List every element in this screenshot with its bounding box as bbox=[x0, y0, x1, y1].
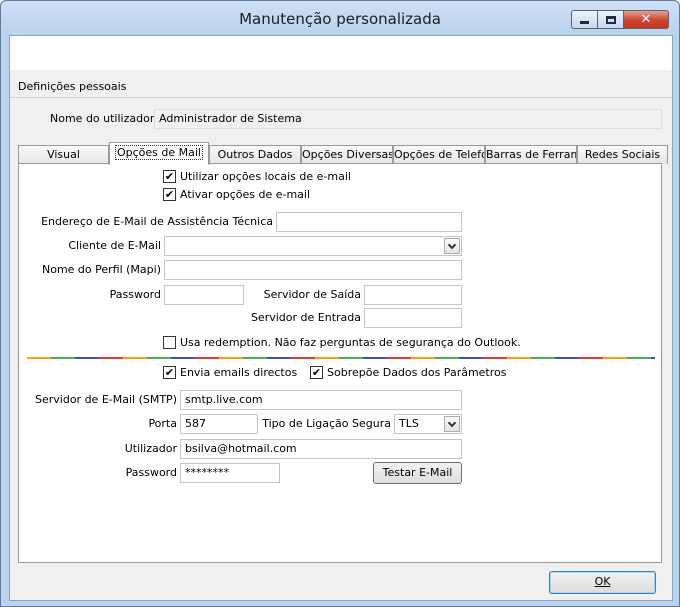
separator-segment bbox=[219, 357, 243, 359]
port-input[interactable]: 587 bbox=[180, 414, 258, 434]
ok-label: OK bbox=[594, 575, 611, 588]
secure-connection-label: Tipo de Ligação Segura bbox=[262, 417, 391, 430]
tab-toolbars[interactable]: Barras de Ferram bbox=[485, 145, 577, 164]
separator-segment bbox=[435, 357, 459, 359]
title-bar[interactable]: Manutenção personalizada ✕ bbox=[1, 1, 679, 35]
tab-misc-options[interactable]: Opções Diversas bbox=[301, 145, 393, 164]
separator-segment bbox=[99, 357, 123, 359]
separator-segment bbox=[75, 357, 99, 359]
minimize-icon bbox=[580, 21, 589, 24]
maximize-button[interactable] bbox=[598, 10, 624, 29]
in-server-input[interactable] bbox=[364, 308, 462, 328]
smtp-password-label: Password bbox=[125, 466, 177, 479]
tab-visual[interactable]: Visual bbox=[18, 145, 109, 164]
section-divider bbox=[10, 97, 672, 98]
smtp-server-label: Servidor de E-Mail (SMTP) bbox=[35, 393, 177, 406]
separator-segment bbox=[507, 357, 531, 359]
mail-password-input[interactable] bbox=[164, 285, 244, 305]
separator-segment bbox=[483, 357, 507, 359]
separator-segment bbox=[627, 357, 651, 359]
chevron-down-icon[interactable] bbox=[444, 416, 460, 432]
maximize-icon bbox=[605, 15, 616, 24]
separator-segment bbox=[555, 357, 579, 359]
separator-segment bbox=[51, 357, 75, 359]
use-local-options-label: Utilizar opções locais de e-mail bbox=[180, 170, 351, 183]
app-window: Manutenção personalizada ✕ Definições pe… bbox=[0, 0, 680, 607]
smtp-password-input[interactable]: ******** bbox=[180, 463, 280, 483]
tab-phone-options[interactable]: Opções de Telefo bbox=[393, 145, 485, 164]
separator-segment bbox=[243, 357, 267, 359]
redemption-checkbox[interactable] bbox=[163, 336, 176, 349]
header-band bbox=[10, 36, 672, 70]
tab-strip: Visual Opções de Mail Outros Dados Opçõe… bbox=[18, 142, 668, 165]
tab-social-networks[interactable]: Redes Sociais bbox=[577, 145, 668, 164]
separator-segment bbox=[363, 357, 387, 359]
out-server-label: Servidor de Saída bbox=[263, 288, 361, 301]
ok-button[interactable]: OK bbox=[549, 571, 656, 594]
smtp-user-label: Utilizador bbox=[124, 442, 177, 455]
mail-options-panel: ✔ Utilizar opções locais de e-mail ✔ Ati… bbox=[18, 163, 662, 563]
section-separator bbox=[27, 357, 655, 359]
separator-segment bbox=[147, 357, 171, 359]
separator-segment bbox=[411, 357, 435, 359]
profile-name-label: Nome do Perfil (Mapi) bbox=[41, 263, 161, 276]
user-name-label: Nome do utilizador bbox=[50, 112, 155, 125]
tab-other-data[interactable]: Outros Dados bbox=[209, 145, 301, 164]
close-icon: ✕ bbox=[640, 12, 652, 27]
separator-segment bbox=[339, 357, 363, 359]
separator-segment bbox=[531, 357, 555, 359]
in-server-label: Servidor de Entrada bbox=[250, 311, 361, 324]
direct-emails-checkbox[interactable]: ✔ bbox=[163, 366, 176, 379]
separator-segment bbox=[123, 357, 147, 359]
separator-segment bbox=[603, 357, 627, 359]
email-client-label: Cliente de E-Mail bbox=[68, 239, 161, 252]
activate-email-label: Ativar opções de e-mail bbox=[180, 188, 311, 201]
email-client-select[interactable] bbox=[164, 236, 462, 256]
separator-segment bbox=[291, 357, 315, 359]
use-local-options-checkbox[interactable]: ✔ bbox=[163, 170, 176, 183]
smtp-server-input[interactable]: smtp.live.com bbox=[180, 390, 462, 410]
separator-segment bbox=[651, 357, 655, 359]
separator-segment bbox=[195, 357, 219, 359]
chevron-down-icon[interactable] bbox=[444, 238, 460, 254]
test-email-button[interactable]: Testar E-Mail bbox=[373, 462, 462, 484]
tab-mail-options[interactable]: Opções de Mail bbox=[109, 142, 209, 165]
secure-connection-value: TLS bbox=[399, 417, 419, 430]
separator-segment bbox=[27, 357, 51, 359]
support-email-input[interactable] bbox=[276, 212, 462, 232]
redemption-label: Usa redemption. Não faz perguntas de seg… bbox=[180, 336, 521, 349]
minimize-button[interactable] bbox=[571, 10, 598, 29]
dialog-body: Definições pessoais Nome do utilizador A… bbox=[9, 35, 673, 601]
smtp-user-input[interactable]: bsilva@hotmail.com bbox=[180, 439, 462, 459]
activate-email-checkbox[interactable]: ✔ bbox=[163, 188, 176, 201]
direct-emails-label: Envia emails directos bbox=[180, 366, 298, 379]
override-params-label: Sobrepõe Dados dos Parâmetros bbox=[327, 366, 507, 379]
separator-segment bbox=[579, 357, 603, 359]
out-server-input[interactable] bbox=[364, 285, 462, 305]
port-label: Porta bbox=[148, 417, 177, 430]
secure-connection-select[interactable]: TLS bbox=[394, 414, 462, 434]
user-name-field: Administrador de Sistema bbox=[154, 109, 662, 129]
profile-name-input[interactable] bbox=[164, 260, 462, 280]
support-email-label: Endereço de E-Mail de Assistência Técnic… bbox=[41, 215, 273, 228]
separator-segment bbox=[387, 357, 411, 359]
separator-segment bbox=[267, 357, 291, 359]
close-button[interactable]: ✕ bbox=[624, 10, 669, 29]
override-params-checkbox[interactable]: ✔ bbox=[310, 366, 323, 379]
separator-segment bbox=[171, 357, 195, 359]
mail-password-label: Password bbox=[109, 288, 161, 301]
separator-segment bbox=[459, 357, 483, 359]
separator-segment bbox=[315, 357, 339, 359]
section-title: Definições pessoais bbox=[18, 80, 127, 93]
